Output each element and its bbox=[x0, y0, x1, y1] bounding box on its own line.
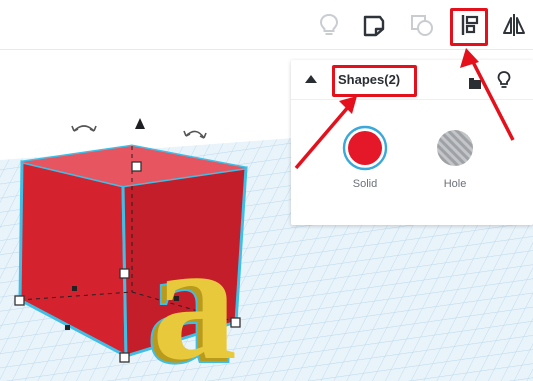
solid-swatch[interactable] bbox=[342, 125, 388, 171]
group-icon bbox=[411, 15, 433, 36]
folder-icon[interactable] bbox=[468, 76, 482, 90]
light-bulb-button[interactable] bbox=[312, 8, 346, 42]
letter-a-shape[interactable]: a a bbox=[145, 207, 237, 381]
light-bulb-icon bbox=[319, 13, 339, 35]
note-icon bbox=[363, 15, 385, 37]
shapes-highlight-box bbox=[332, 65, 417, 97]
mirror-icon bbox=[503, 14, 525, 36]
solid-label: Solid bbox=[352, 178, 378, 190]
note-button[interactable] bbox=[357, 8, 391, 42]
mirror-button[interactable] bbox=[497, 8, 531, 42]
hole-label: Hole bbox=[443, 178, 467, 190]
align-highlight-box bbox=[450, 8, 488, 46]
group-button[interactable] bbox=[405, 8, 439, 42]
light-bulb-icon[interactable] bbox=[496, 70, 512, 90]
caret-up-icon[interactable] bbox=[304, 74, 318, 84]
hole-swatch[interactable] bbox=[432, 125, 478, 171]
svg-text:a: a bbox=[152, 207, 237, 381]
